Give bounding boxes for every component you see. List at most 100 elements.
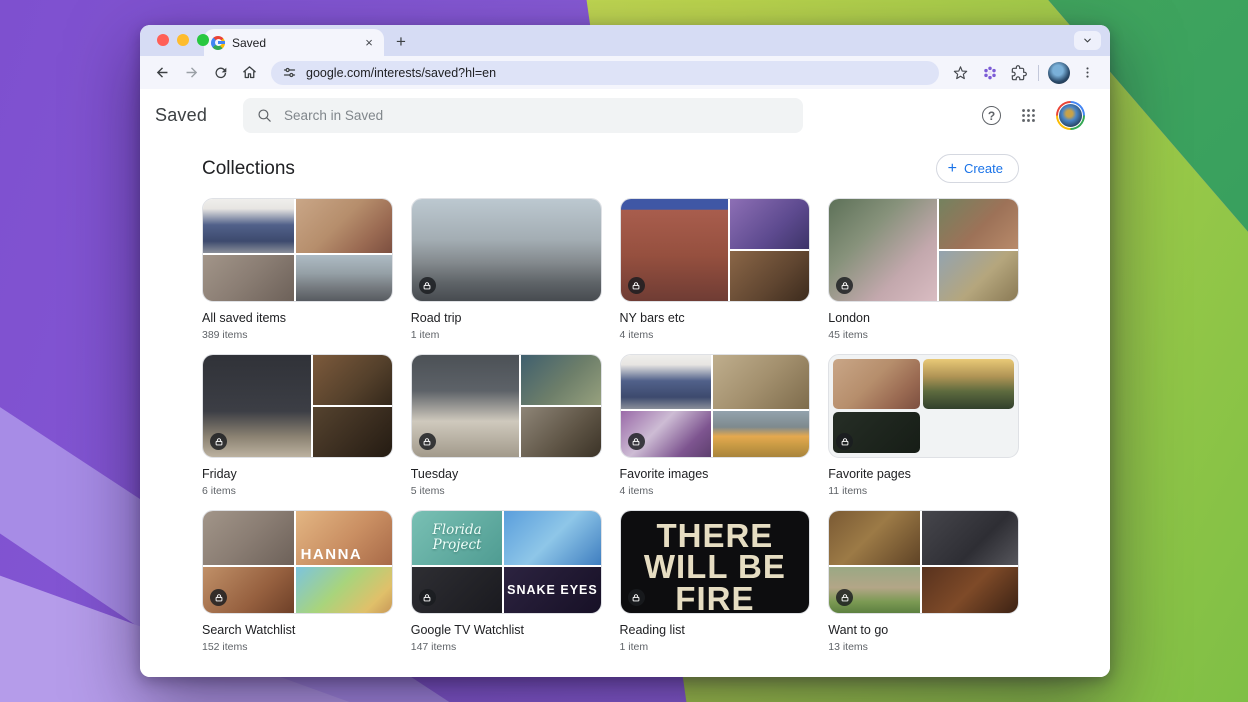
- pinned-extension-button[interactable]: [976, 59, 1003, 86]
- collection-count: 152 items: [202, 641, 393, 653]
- collection-thumbnail: [411, 354, 602, 458]
- browser-toolbar: google.com/interests/saved?hl=en: [140, 56, 1110, 89]
- tab-close-icon[interactable]: ×: [361, 35, 377, 51]
- app-header: Saved ?: [140, 89, 1110, 142]
- minimize-window-button[interactable]: [177, 34, 189, 46]
- pub-room-image: [521, 407, 600, 457]
- home-button[interactable]: [236, 59, 263, 86]
- denim-jacket-portrait-image: [203, 199, 294, 253]
- collection-card[interactable]: Tuesday5 items: [411, 354, 602, 497]
- plus-icon: +: [948, 161, 957, 177]
- collection-thumbnail: THERE WILL BE FIRE: [620, 510, 811, 614]
- denim-jacket-portrait-image: [621, 355, 712, 409]
- close-window-button[interactable]: [157, 34, 169, 46]
- collection-title: London: [828, 311, 1019, 325]
- collection-card[interactable]: HANNASearch Watchlist152 items: [202, 510, 393, 653]
- collection-title: All saved items: [202, 311, 393, 325]
- collections-grid: All saved items389 itemsRoad trip1 itemN…: [202, 198, 1019, 653]
- collection-card[interactable]: NY bars etc4 items: [620, 198, 811, 341]
- collection-title: Friday: [202, 467, 393, 481]
- collection-thumbnail: HANNA: [202, 510, 393, 614]
- bookmark-button[interactable]: [947, 59, 974, 86]
- collections-bar: Collections + Create: [140, 142, 1110, 196]
- app-title: Saved: [155, 105, 207, 126]
- page-title: Collections: [202, 158, 295, 180]
- hanna-poster-image: HANNA: [296, 511, 392, 565]
- collection-card[interactable]: Favorite images4 items: [620, 354, 811, 497]
- nyc-skyline-image: [412, 199, 601, 301]
- florida-project-title-image: Florida Project: [412, 511, 503, 565]
- collection-card[interactable]: Florida ProjectSNAKE EYESGoogle TV Watch…: [411, 510, 602, 653]
- browser-tab[interactable]: Saved ×: [204, 29, 384, 56]
- help-button[interactable]: ?: [982, 106, 1001, 125]
- collection-card[interactable]: THERE WILL BE FIREReading list1 item: [620, 510, 811, 653]
- address-bar[interactable]: google.com/interests/saved?hl=en: [271, 61, 939, 85]
- search-input[interactable]: [284, 108, 790, 123]
- profile-avatar: [1048, 62, 1070, 84]
- forward-arrow-icon: [183, 64, 200, 81]
- collection-card[interactable]: Want to go 13 items: [828, 510, 1019, 653]
- collection-count: 45 items: [828, 329, 1019, 341]
- google-apps-button[interactable]: [1020, 107, 1037, 124]
- page-content: Saved ? Collections + Create: [140, 89, 1110, 677]
- home-icon: [241, 64, 258, 81]
- collection-card[interactable]: Favorite pages 11 items: [828, 354, 1019, 497]
- window-controls: [157, 34, 209, 46]
- crowd-signs-image: [296, 199, 392, 253]
- collection-title: Favorite images: [620, 467, 811, 481]
- lock-icon: [419, 433, 436, 450]
- lock-icon: [210, 589, 227, 606]
- lock-icon: [628, 277, 645, 294]
- forward-button[interactable]: [178, 59, 205, 86]
- search-bar[interactable]: [243, 98, 803, 133]
- collection-count: 4 items: [620, 329, 811, 341]
- collection-card[interactable]: All saved items389 items: [202, 198, 393, 341]
- collection-card[interactable]: London 45 items: [828, 198, 1019, 341]
- bar-bottles-image: [939, 251, 1018, 301]
- create-button[interactable]: + Create: [936, 154, 1019, 183]
- surfer-ocean-image: [504, 511, 600, 565]
- collection-count: 5 items: [411, 485, 602, 497]
- header-actions: ?: [982, 101, 1085, 130]
- flower-pub-facade-image: [939, 199, 1018, 249]
- amber-bar-interior-image: [313, 355, 392, 405]
- tab-search-button[interactable]: [1074, 31, 1101, 50]
- collection-count: 11 items: [828, 485, 1019, 497]
- tab-strip: Saved × +: [140, 25, 1110, 56]
- profile-button[interactable]: [1045, 59, 1072, 86]
- menu-button[interactable]: [1074, 59, 1101, 86]
- snake-eyes-title-image: SNAKE EYES: [504, 567, 600, 613]
- reload-button[interactable]: [207, 59, 234, 86]
- florida-project-title-text: Florida Project: [412, 523, 503, 553]
- cartoon-park-image: [296, 567, 392, 613]
- collection-title: Want to go: [828, 623, 1019, 637]
- google-favicon-icon: [211, 36, 225, 50]
- star-icon: [952, 64, 969, 81]
- collection-thumbnail: [828, 198, 1019, 302]
- back-button[interactable]: [149, 59, 176, 86]
- flower-extension-icon: [982, 65, 998, 81]
- collection-count: 147 items: [411, 641, 602, 653]
- new-tab-button[interactable]: +: [388, 29, 414, 55]
- site-info-icon: [282, 65, 297, 80]
- collection-count: 1 item: [620, 641, 811, 653]
- collection-count: 13 items: [828, 641, 1019, 653]
- collection-thumbnail: Florida ProjectSNAKE EYES: [411, 510, 602, 614]
- storm-movie-still-image: [203, 511, 294, 565]
- there-will-be-fire-cover-image: THERE WILL BE FIRE: [621, 511, 810, 613]
- account-button[interactable]: [1056, 101, 1085, 130]
- collection-thumbnail: [620, 198, 811, 302]
- collection-card[interactable]: Friday 6 items: [202, 354, 393, 497]
- collection-thumbnail: [202, 354, 393, 458]
- city-aerial-image: [296, 255, 392, 301]
- zoom-window-button[interactable]: [197, 34, 209, 46]
- lock-icon: [628, 589, 645, 606]
- search-icon: [256, 107, 273, 124]
- collection-title: Road trip: [411, 311, 602, 325]
- extensions-button[interactable]: [1005, 59, 1032, 86]
- collection-count: 6 items: [202, 485, 393, 497]
- collection-title: Favorite pages: [828, 467, 1019, 481]
- lock-icon: [419, 589, 436, 606]
- collection-card[interactable]: Road trip1 item: [411, 198, 602, 341]
- url-text: google.com/interests/saved?hl=en: [306, 66, 496, 80]
